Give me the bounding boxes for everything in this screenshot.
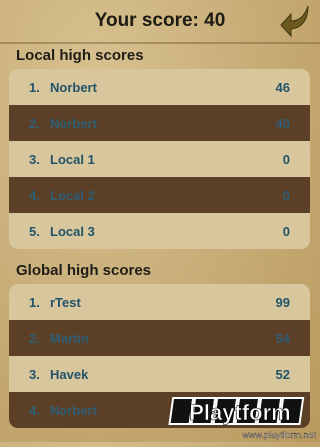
score-title: Your score: 40	[94, 10, 226, 31]
rank: 4.	[29, 187, 40, 203]
player-name: Local 1	[50, 151, 95, 167]
player-name: rTest	[50, 294, 81, 310]
rank: 1.	[29, 79, 40, 95]
player-score: 0	[282, 151, 290, 167]
global-row[interactable]: 1. rTest 99	[9, 284, 310, 320]
local-row[interactable]: 2. Norbert 40	[9, 105, 310, 141]
global-row[interactable]: 3. Havek 52	[9, 356, 310, 392]
rank: 3.	[29, 151, 40, 167]
player-score: 54	[275, 330, 290, 346]
player-score: 0	[282, 187, 290, 203]
watermark-url: www.playtform.net	[241, 430, 316, 440]
rank: 2.	[29, 115, 40, 131]
player-score: 46	[275, 79, 290, 95]
player-score: 99	[275, 294, 290, 310]
playtform-watermark: Playtform www.playtform.net	[160, 392, 320, 442]
header-divider	[0, 42, 320, 44]
local-row[interactable]: 1. Norbert 46	[9, 69, 310, 105]
player-score: 52	[275, 366, 290, 382]
global-row[interactable]: 2. Martin 54	[9, 320, 310, 356]
watermark-brand: Playtform	[189, 400, 290, 425]
score-header: Your score: 40	[0, 0, 320, 42]
global-high-scores-title: Global high scores	[16, 262, 152, 279]
local-row[interactable]: 5. Local 3 0	[9, 213, 310, 249]
player-name: Local 2	[50, 187, 95, 203]
back-arrow-icon	[280, 5, 309, 38]
local-row[interactable]: 4. Local 2 0	[9, 177, 310, 213]
player-name: Havek	[50, 366, 89, 382]
back-arrow-button[interactable]	[278, 2, 316, 40]
rank: 4.	[29, 402, 40, 418]
player-score: 0	[282, 223, 290, 239]
local-scores-list: 1. Norbert 46 2. Norbert 40 3. Local 1 0…	[9, 69, 310, 249]
local-row[interactable]: 3. Local 1 0	[9, 141, 310, 177]
player-name: Martin	[50, 330, 89, 346]
rank: 3.	[29, 366, 40, 382]
rank: 5.	[29, 223, 40, 239]
player-name: Norbert	[50, 79, 97, 95]
local-high-scores-title: Local high scores	[16, 47, 144, 64]
playtform-logo: Playtform www.playtform.net	[168, 397, 317, 440]
rank: 2.	[29, 330, 40, 346]
player-score: 40	[275, 115, 290, 131]
player-name: Norbert	[50, 115, 97, 131]
player-name: Local 3	[50, 223, 95, 239]
rank: 1.	[29, 294, 40, 310]
